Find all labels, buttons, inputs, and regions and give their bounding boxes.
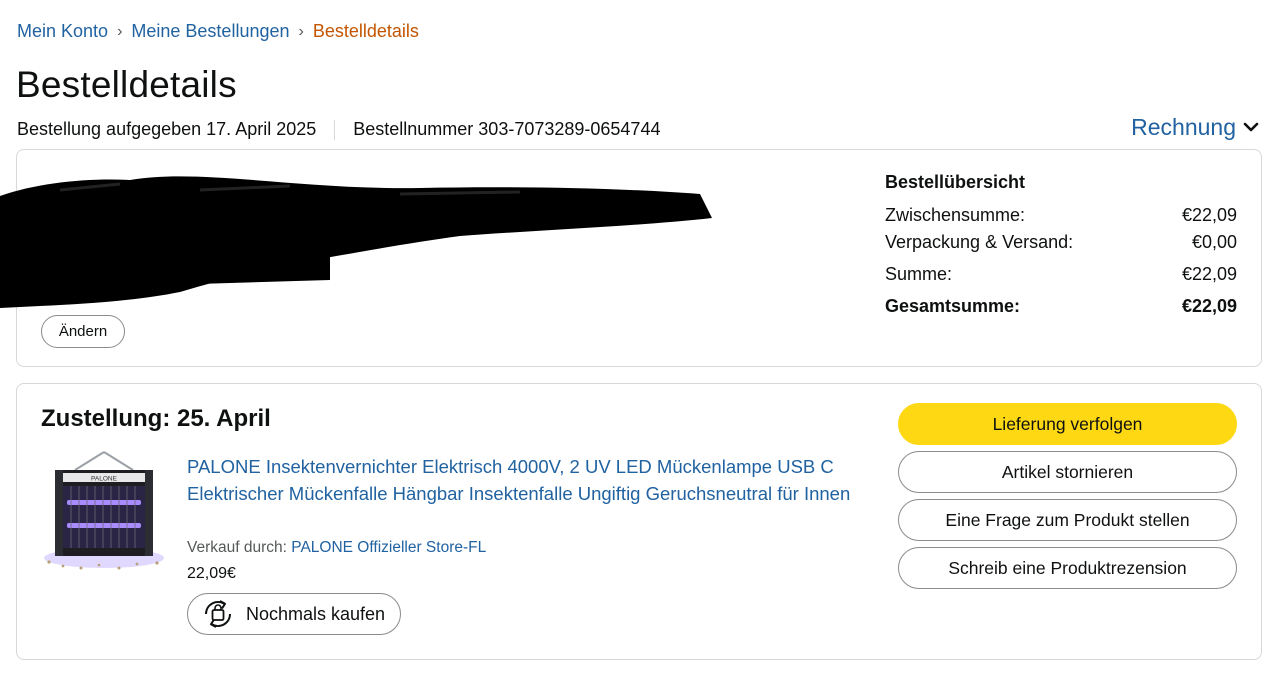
delivery-actions: Lieferung verfolgen Artikel stornieren E…	[898, 403, 1237, 595]
breadcrumb-separator: ›	[117, 22, 123, 40]
seller-line: Verkauf durch: PALONE Offizieller Store-…	[187, 539, 486, 557]
product-image[interactable]: PALONE	[41, 450, 167, 574]
total-label: Gesamtsumme:	[885, 296, 1021, 316]
invoice-label: Rechnung	[1131, 114, 1236, 140]
seller-link[interactable]: PALONE Offizieller Store-FL	[291, 539, 486, 556]
summary-row-sum: Summe: €22,09	[885, 261, 1237, 288]
buy-again-icon	[205, 600, 231, 628]
summary-row-subtotal: Zwischensumme: €22,09	[885, 202, 1237, 229]
delivery-title: Zustellung: 25. April	[41, 405, 271, 432]
buy-again-button[interactable]: Nochmals kaufen	[187, 593, 401, 635]
shipping-value: €0,00	[1191, 232, 1237, 252]
change-button[interactable]: Ändern	[41, 315, 125, 348]
order-summary: Bestellübersicht Zwischensumme: €22,09 V…	[885, 172, 1237, 320]
breadcrumb-my-orders[interactable]: Meine Bestellungen	[131, 21, 289, 42]
breadcrumb-separator: ›	[298, 22, 304, 40]
order-info-card: Ändern Bestellübersicht Zwischensumme: €…	[0, 149, 1262, 367]
cancel-item-button[interactable]: Artikel stornieren	[898, 451, 1237, 493]
product-title-link[interactable]: PALONE Insektenvernichter Elektrisch 400…	[187, 453, 867, 507]
buy-again-label: Nochmals kaufen	[246, 603, 386, 624]
summary-row-shipping: Verpackung & Versand: €0,00	[885, 229, 1237, 256]
summary-heading: Bestellübersicht	[885, 172, 1026, 192]
track-package-button[interactable]: Lieferung verfolgen	[898, 403, 1237, 445]
product-price: 22,09€	[187, 565, 236, 582]
page-title: Bestelldetails	[16, 64, 237, 105]
sum-label: Summe:	[885, 264, 953, 284]
write-review-button[interactable]: Schreib eine Produktrezension	[898, 547, 1237, 589]
ask-question-button[interactable]: Eine Frage zum Produkt stellen	[898, 499, 1237, 541]
product-brand-mark: PALONE	[91, 476, 118, 483]
meta-divider	[334, 119, 336, 140]
breadcrumb: Mein Konto › Meine Bestellungen › Bestel…	[17, 21, 419, 42]
redaction-scribble	[0, 176, 712, 308]
breadcrumb-current: Bestelldetails	[312, 21, 419, 41]
delivery-card: Zustellung: 25. April PALONE PALONE Inse…	[16, 383, 1262, 660]
sum-value: €22,09	[1181, 264, 1237, 284]
summary-row-total: Gesamtsumme: €22,09	[885, 293, 1237, 320]
total-value: €22,09	[1181, 296, 1237, 316]
invoice-dropdown[interactable]: Rechnung	[1131, 114, 1259, 141]
breadcrumb-my-account[interactable]: Mein Konto	[17, 21, 108, 42]
order-date: Bestellung aufgegeben 17. April 2025	[17, 119, 317, 139]
subtotal-value: €22,09	[1181, 205, 1237, 225]
order-meta: Bestellung aufgegeben 17. April 2025 Bes…	[17, 119, 660, 140]
chevron-down-icon	[1243, 122, 1259, 132]
subtotal-label: Zwischensumme:	[885, 205, 1026, 225]
sold-by-label: Verkauf durch:	[187, 539, 287, 556]
order-number: Bestellnummer 303-7073289-0654744	[353, 119, 661, 139]
shipping-label: Verpackung & Versand:	[885, 232, 1074, 252]
